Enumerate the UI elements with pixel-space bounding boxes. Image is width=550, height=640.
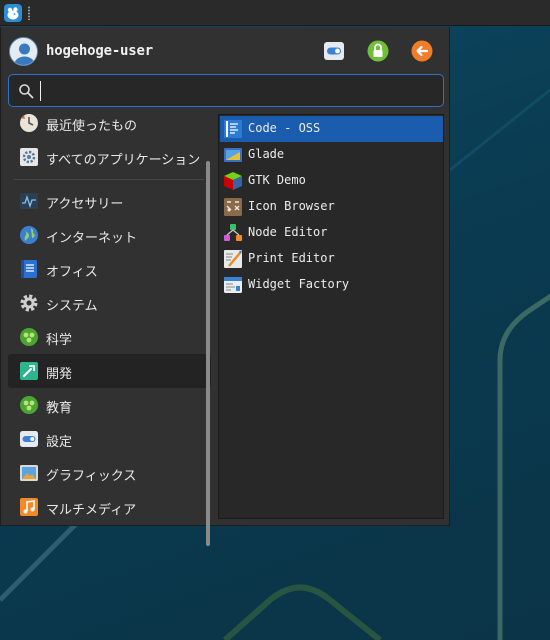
top-panel [0, 0, 550, 26]
settings-icon [19, 429, 39, 449]
log-out-button[interactable] [411, 40, 433, 62]
science-icon [19, 327, 39, 347]
username-label: hogehoge-user [46, 43, 153, 59]
app-label: Print Editor [248, 251, 335, 265]
app-item-code-oss[interactable]: Code - OSS [220, 116, 443, 142]
category-label: グラフィックス [46, 469, 137, 484]
search-box[interactable] [8, 74, 444, 107]
category-label: 最近使ったもの [46, 119, 138, 134]
all-apps-icon [19, 147, 39, 167]
category-list: 最近使ったもの すべてのアプリケーション アクセサリー インターネット オフィス… [8, 110, 213, 520]
category-separator [14, 179, 204, 180]
category-label: オフィス [46, 265, 98, 280]
app-label: Widget Factory [248, 277, 350, 291]
category-scrollbar[interactable] [206, 161, 210, 546]
development-icon [19, 361, 39, 381]
application-menu: hogehoge-user 最近使ったもの すべてのアプリケーション アクセサリ… [0, 27, 450, 546]
category-all-apps[interactable]: すべてのアプリケーション [8, 140, 211, 174]
widget-factory-icon [223, 275, 243, 295]
category-accessories[interactable]: アクセサリー [8, 184, 211, 218]
category-label: マルチメディア [46, 503, 137, 518]
app-item-gtk-demo[interactable]: GTK Demo [220, 168, 443, 194]
settings-button[interactable] [323, 40, 345, 62]
category-label: 設定 [46, 435, 73, 450]
app-item-widget-factory[interactable]: Widget Factory [220, 272, 443, 298]
app-label: Node Editor [248, 225, 328, 239]
lock-icon [367, 40, 389, 62]
app-item-glade[interactable]: Glade [220, 142, 443, 168]
app-label: GTK Demo [248, 173, 306, 187]
whisker-menu-button[interactable] [4, 4, 22, 22]
toggle-icon [324, 42, 344, 60]
xfce-mouse-icon [7, 7, 19, 20]
category-settings[interactable]: 設定 [8, 422, 211, 456]
category-education[interactable]: 教育 [8, 388, 211, 422]
panel-drag-handle[interactable] [27, 6, 31, 20]
app-item-icon-browser[interactable]: Icon Browser [220, 194, 443, 220]
education-icon [19, 395, 39, 415]
recent-icon [19, 113, 39, 133]
app-item-print-editor[interactable]: Print Editor [220, 246, 443, 272]
category-label: すべてのアプリケーション [46, 153, 201, 168]
app-item-node-editor[interactable]: Node Editor [220, 220, 443, 246]
text-cursor [40, 81, 41, 101]
gtk-cube-icon [223, 171, 243, 191]
app-list: Code - OSS Glade GTK Demo Icon Browser N… [218, 114, 444, 519]
user-avatar-icon [9, 37, 38, 66]
app-label: Code - OSS [248, 121, 321, 135]
glade-icon [223, 145, 243, 165]
graphics-icon [19, 463, 39, 483]
category-label: 科学 [46, 333, 73, 348]
category-office[interactable]: オフィス [8, 252, 211, 286]
category-graphics[interactable]: グラフィックス [8, 456, 211, 490]
lock-screen-button[interactable] [367, 40, 389, 62]
multimedia-icon [19, 497, 39, 517]
category-label: 教育 [46, 401, 73, 416]
category-system[interactable]: システム [8, 286, 211, 320]
category-multimedia[interactable]: マルチメディア [8, 490, 211, 520]
category-recent[interactable]: 最近使ったもの [8, 110, 211, 140]
print-editor-icon [223, 249, 243, 269]
search-icon [18, 83, 34, 99]
category-label: 開発 [46, 367, 73, 382]
office-icon [19, 259, 39, 279]
app-label: Icon Browser [248, 199, 335, 213]
gear-icon [19, 293, 39, 313]
code-oss-icon [223, 119, 243, 139]
app-label: Glade [248, 147, 285, 161]
search-input[interactable] [39, 80, 435, 102]
category-label: インターネット [46, 231, 138, 246]
node-editor-icon [223, 223, 243, 243]
globe-icon [19, 225, 39, 245]
category-science[interactable]: 科学 [8, 320, 211, 354]
logout-arrow-icon [411, 40, 433, 62]
accessories-icon [19, 191, 39, 211]
category-label: アクセサリー [46, 197, 124, 212]
icon-browser-icon [223, 197, 243, 217]
category-development[interactable]: 開発 [8, 354, 211, 388]
category-internet[interactable]: インターネット [8, 218, 211, 252]
category-label: システム [46, 299, 98, 314]
